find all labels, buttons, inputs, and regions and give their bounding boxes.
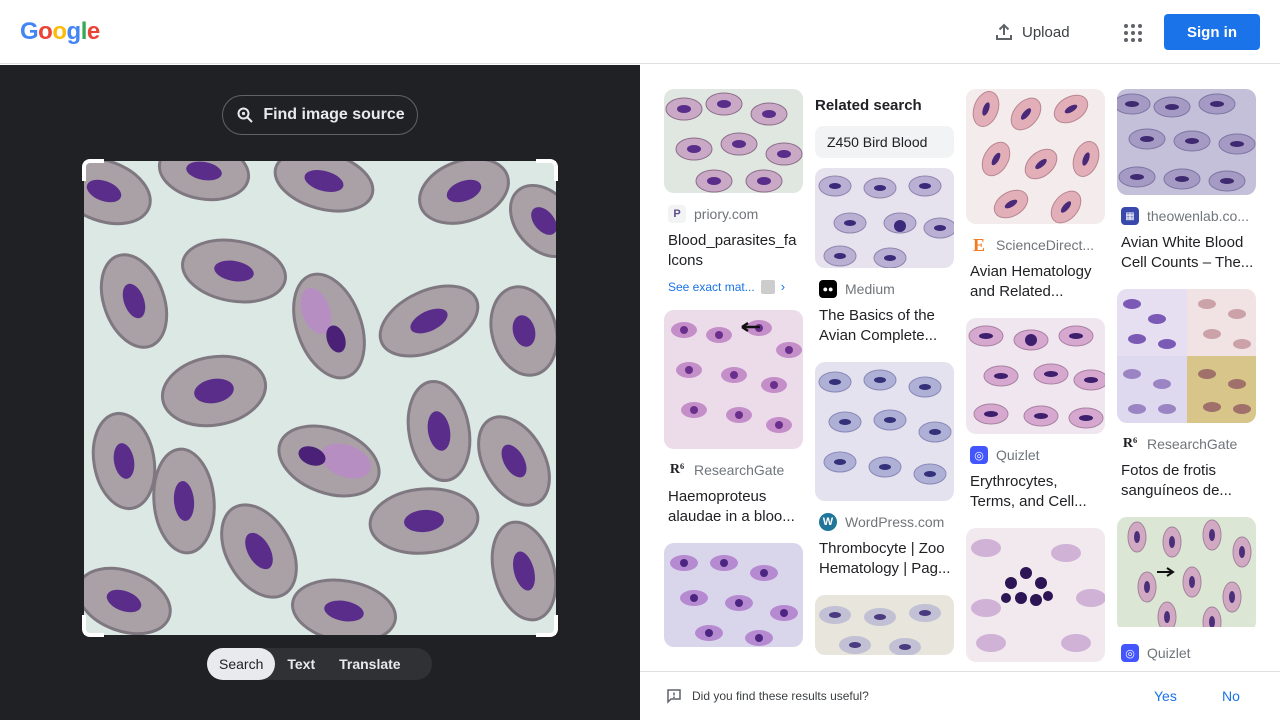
tab-text[interactable]: Text [275, 648, 327, 680]
upload-label: Upload [1022, 23, 1070, 41]
result-title: The Basics of the Avian Complete... [819, 307, 938, 344]
quizlet-favicon-icon: ◎ [1121, 644, 1139, 662]
results-column-4: ▦ theowenlab.co... Avian White Blood Cell… [1117, 89, 1257, 670]
related-search-chip[interactable]: Z450 Bird Blood [815, 126, 954, 158]
logo-letter: G [20, 18, 39, 45]
result-source: R⁶ ResearchGate [1122, 436, 1238, 452]
result-source: W WordPress.com [815, 513, 955, 531]
result-card[interactable]: ●● Medium The Basics of the Avian Complet… [815, 168, 955, 346]
logo-letter: o [38, 18, 53, 45]
researchgate-favicon-icon: R⁶ [1122, 436, 1138, 451]
medium-favicon-icon: ●● [819, 280, 837, 298]
crop-handle-top-left[interactable] [82, 159, 104, 181]
result-thumbnail [815, 595, 954, 655]
result-card[interactable] [664, 543, 804, 647]
result-thumbnail [966, 89, 1105, 224]
result-source: E ScienceDirect... [966, 236, 1106, 254]
result-card[interactable]: ◎ Quizlet Erythrocytes, Terms, and Cell..… [966, 318, 1106, 512]
result-thumbnail [815, 362, 954, 501]
blood-smear-image [84, 161, 556, 635]
result-title: Avian Hematology and Related... [970, 263, 1092, 300]
results-column-2: Related search Z450 Bird Blood ●● Medium … [815, 89, 955, 670]
upload-icon [996, 23, 1012, 40]
lens-search-icon [237, 107, 254, 123]
logo-letter: e [86, 18, 100, 45]
result-title: Thrombocyte | Zoo Hematology | Pag... [819, 540, 951, 577]
priory-favicon-icon: P [668, 205, 686, 223]
lens-mode-tabs: Search Text Translate [207, 648, 432, 680]
crop-handle-bottom-right[interactable] [536, 615, 558, 637]
result-thumbnail [966, 528, 1105, 662]
result-card[interactable] [966, 528, 1106, 662]
see-exact-matches-link[interactable]: See exact mat... › [664, 279, 804, 294]
thumbnail-icon [760, 279, 775, 294]
quizlet-favicon-icon: ◎ [970, 446, 988, 464]
result-source: ●● Medium [815, 280, 955, 298]
image-preview-panel: Find image source Search Text Translate [0, 65, 640, 720]
feedback-icon [667, 689, 681, 704]
find-image-source-label: Find image source [263, 106, 405, 123]
google-apps-icon[interactable] [1118, 18, 1146, 46]
result-title: Erythrocytes, Terms, and Cell... [970, 473, 1087, 510]
results-column-1: Ppriory.com Blood_parasites_fa lcons See… [664, 89, 804, 663]
logo-letter: o [52, 18, 67, 45]
google-logo[interactable]: Google [20, 18, 100, 46]
chevron-right-icon: › [780, 279, 786, 294]
result-card[interactable]: Ppriory.com Blood_parasites_fa lcons See… [664, 89, 804, 294]
logo-letter: g [66, 18, 82, 45]
related-search-heading: Related search [815, 97, 922, 114]
result-source: R⁶ ResearchGate [669, 462, 785, 478]
result-title: Fotos de frotis sanguíneos de... [1121, 462, 1232, 499]
result-source: ◎ Quizlet [1117, 644, 1257, 662]
query-image[interactable] [84, 161, 556, 635]
result-thumbnail [664, 89, 803, 193]
theowenlab-favicon-icon: ▦ [1121, 207, 1139, 225]
sign-in-button[interactable]: Sign in [1164, 14, 1260, 50]
results-column-3: E ScienceDirect... Avian Hematology and R… [966, 89, 1106, 670]
feedback-no-button[interactable]: No [1222, 688, 1240, 704]
tab-translate[interactable]: Translate [327, 648, 412, 680]
result-thumbnail [966, 318, 1105, 434]
sciencedirect-favicon-icon: E [972, 236, 985, 254]
visual-matches-panel: Ppriory.com Blood_parasites_fa lcons See… [640, 65, 1280, 670]
result-card[interactable]: ▦ theowenlab.co... Avian White Blood Cell… [1117, 89, 1257, 273]
find-image-source-button[interactable]: Find image source [222, 95, 418, 135]
result-thumbnail [664, 543, 803, 647]
result-title: Avian White Blood Cell Counts – The... [1121, 234, 1254, 271]
crop-handle-top-right[interactable] [536, 159, 558, 181]
result-thumbnail [1117, 289, 1256, 423]
feedback-yes-button[interactable]: Yes [1154, 688, 1177, 704]
result-thumbnail [1117, 517, 1256, 632]
feedback-question: Did you find these results useful? [692, 689, 869, 703]
result-thumbnail [1117, 89, 1256, 195]
result-card[interactable]: R⁶ ResearchGate Fotos de frotis sanguíneo… [1117, 289, 1257, 501]
wordpress-favicon-icon: W [819, 513, 837, 531]
result-card[interactable]: W WordPress.com Thrombocyte | Zoo Hematol… [815, 362, 955, 579]
result-title: Haemoproteus alaudae in a bloo... [668, 488, 795, 525]
crop-handle-bottom-left[interactable] [82, 615, 104, 637]
result-title: Blood_parasites_fa lcons [668, 232, 797, 269]
result-source: Ppriory.com [664, 205, 804, 223]
result-card[interactable] [815, 595, 955, 655]
result-thumbnail [664, 310, 803, 449]
feedback-bar: Did you find these results useful? Yes N… [640, 671, 1280, 720]
result-source: ▦ theowenlab.co... [1117, 207, 1257, 225]
upload-button[interactable]: Upload [986, 16, 1078, 48]
tab-search[interactable]: Search [207, 648, 276, 680]
result-card[interactable]: E ScienceDirect... Avian Hematology and R… [966, 89, 1106, 302]
result-source: ◎ Quizlet [966, 446, 1106, 464]
top-bar: Google Upload Sign in [0, 0, 1280, 64]
researchgate-favicon-icon: R⁶ [669, 462, 685, 477]
result-thumbnail [815, 168, 954, 268]
result-card[interactable]: R⁶ ResearchGate Haemoproteus alaudae in a… [664, 310, 804, 527]
result-card[interactable]: ◎ Quizlet [1117, 517, 1257, 662]
